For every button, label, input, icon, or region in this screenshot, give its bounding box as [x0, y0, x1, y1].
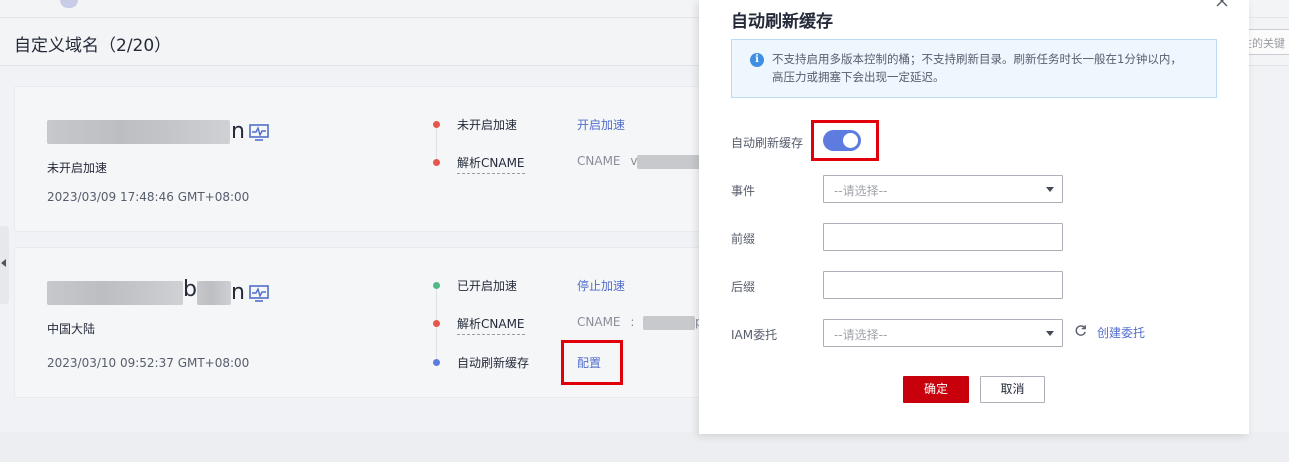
prefix-label: 前缀 [731, 232, 756, 246]
domain-card: b n 中国大陆 2023/03/10 09:52:37 GMT+08:00 已… [14, 247, 814, 398]
redacted-domain [47, 281, 183, 305]
status-connector [436, 127, 437, 161]
sidebar-collapse-handle[interactable] [0, 226, 9, 304]
prefix-input[interactable] [823, 223, 1063, 251]
info-icon: i [750, 53, 764, 67]
info-notice: i 不支持启用多版本控制的桶；不支持刷新目录。刷新任务时长一般在1分钟以内， 高… [731, 39, 1217, 98]
event-label: 事件 [731, 184, 756, 198]
bottom-band [0, 432, 1289, 462]
stop-acceleration-link[interactable]: 停止加速 [577, 277, 625, 294]
cancel-button[interactable]: 取消 [980, 376, 1045, 403]
notice-line: 不支持启用多版本控制的桶；不支持刷新目录。刷新任务时长一般在1分钟以内， [772, 52, 1182, 66]
redacted-cname [643, 316, 695, 330]
status-dot [433, 282, 440, 289]
notice-text: 不支持启用多版本控制的桶；不支持刷新目录。刷新任务时长一般在1分钟以内， 高压力… [772, 50, 1202, 86]
enable-acceleration-link[interactable]: 开启加速 [577, 116, 625, 133]
redacted-cname [637, 155, 701, 169]
event-placeholder: --请选择-- [834, 184, 888, 198]
monitor-icon[interactable] [249, 124, 269, 141]
status-label: 自动刷新缓存 [457, 356, 530, 370]
refresh-icon[interactable] [1074, 324, 1087, 337]
auto-refresh-dialog: 自动刷新缓存 i 不支持启用多版本控制的桶；不支持刷新目录。刷新任务时长一般在1… [699, 0, 1249, 434]
domain-tail-text: n [231, 280, 245, 305]
dialog-title: 自动刷新缓存 [731, 12, 833, 32]
toggle-knob [843, 133, 858, 148]
status-dot [433, 359, 440, 366]
card-created-time: 2023/03/09 17:48:46 GMT+08:00 [47, 190, 250, 204]
page-title: 自定义域名（2/20） [14, 36, 172, 56]
iam-label: IAM委托 [731, 328, 778, 342]
close-icon[interactable] [1215, 0, 1229, 8]
cname-label[interactable]: 解析CNAME [457, 315, 525, 335]
card-region: 未开启加速 [47, 161, 108, 175]
caret-down-icon [1046, 187, 1054, 192]
auto-refresh-toggle[interactable] [823, 130, 861, 151]
suffix-input[interactable] [823, 271, 1063, 299]
cname-start: : [630, 315, 635, 329]
create-delegation-link[interactable]: 创建委托 [1097, 324, 1145, 341]
cname-prefix: CNAME [577, 315, 621, 329]
suffix-label: 后缀 [731, 280, 756, 294]
cname-value: CNAME v [577, 154, 637, 168]
status-dot [433, 159, 440, 166]
domain-tail-text: n [231, 119, 245, 144]
cname-label[interactable]: 解析CNAME [457, 154, 525, 174]
card-created-time: 2023/03/10 09:52:37 GMT+08:00 [47, 356, 250, 370]
collapse-arrow-icon [1, 259, 6, 267]
domain-mid-text: b [183, 277, 197, 302]
event-select[interactable]: --请选择-- [823, 175, 1063, 203]
iam-delegation-select[interactable]: --请选择-- [823, 319, 1063, 347]
redacted-domain [197, 281, 231, 305]
toggle-label: 自动刷新缓存 [731, 136, 804, 150]
caret-down-icon [1046, 331, 1054, 336]
logo-fragment [60, 0, 78, 8]
monitor-icon[interactable] [249, 285, 269, 302]
redacted-domain [47, 120, 230, 144]
highlight-box [561, 340, 623, 385]
cname-value: CNAME : [577, 315, 634, 329]
domain-card: n 未开启加速 2023/03/09 17:48:46 GMT+08:00 未开… [14, 86, 814, 232]
cname-prefix: CNAME [577, 154, 621, 168]
status-dot [433, 320, 440, 327]
confirm-button[interactable]: 确定 [903, 376, 969, 403]
status-dot [433, 121, 440, 128]
card-region: 中国大陆 [47, 322, 96, 336]
status-label: 未开启加速 [457, 118, 518, 132]
status-label: 已开启加速 [457, 279, 518, 293]
notice-line: 高压力或拥塞下会出现一定延迟。 [772, 70, 945, 84]
iam-placeholder: --请选择-- [834, 328, 888, 342]
